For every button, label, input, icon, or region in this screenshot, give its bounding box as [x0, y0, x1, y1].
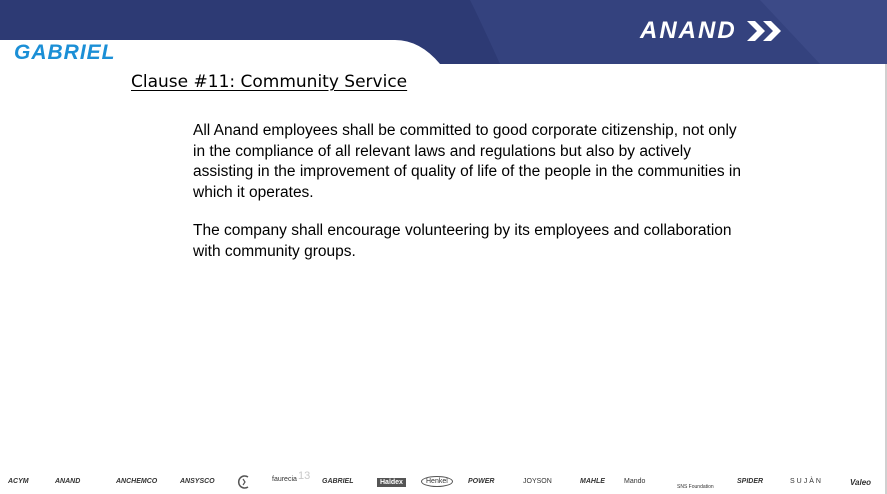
paragraph-citizenship: All Anand employees shall be committed t…	[193, 122, 741, 201]
footer-logo-faurecia: faurecia	[272, 476, 297, 483]
double-chevron-icon	[746, 21, 781, 41]
footer-logo-valeo: Valeo	[850, 478, 872, 487]
footer-logo-mahle: MAHLE	[580, 478, 605, 485]
footer-logo-ansysco: ANSYSCO	[180, 478, 215, 485]
gabriel-logo: GABRIEL	[14, 41, 116, 64]
footer-logo-haldex: Haldex	[377, 478, 406, 487]
footer-logo-anand: ANAND	[55, 478, 81, 485]
footer-logo-henkel: Henkel	[421, 476, 453, 487]
footer-logo-sujan: SUJÀN	[790, 478, 823, 485]
footer-logo-power: POWER	[468, 478, 495, 485]
slide-body: All Anand employees shall be committed t…	[193, 121, 753, 280]
footer-logo-mando: Mando	[624, 478, 646, 485]
footer-logo-spider: SPIDER	[737, 478, 764, 485]
anand-logo: ANAND	[640, 16, 785, 46]
anand-logo-text: ANAND	[640, 17, 737, 44]
paragraph-volunteering: The company shall encourage volunteering…	[193, 222, 732, 260]
slide-title: Clause #11: Community Service	[131, 72, 408, 92]
footer-logo-joyson: JOYSON	[523, 478, 552, 485]
page-number: 13	[298, 470, 311, 482]
footer-emblem-icon	[238, 475, 249, 489]
footer-logo-anchemco: ANCHEMCO	[116, 478, 158, 485]
footer-logo-gabriel: GABRIEL	[322, 478, 354, 485]
footer-logo-acym: ACYM	[8, 478, 29, 485]
footer-logo-sns-foundation: SNS Foundation	[677, 484, 714, 490]
